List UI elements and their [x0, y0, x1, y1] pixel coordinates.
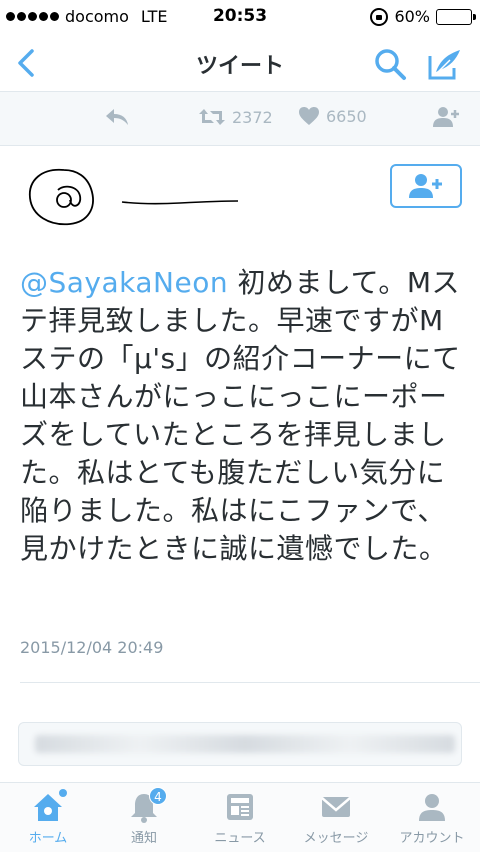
avatar[interactable] — [24, 166, 98, 228]
like-button[interactable]: 6650 — [298, 106, 367, 126]
mention-link[interactable]: @SayakaNeon — [20, 266, 228, 299]
tab-messages[interactable]: メッセージ — [288, 783, 384, 852]
home-icon — [31, 789, 67, 823]
reply-input[interactable] — [18, 722, 462, 766]
tweet-timestamp: 2015/12/04 20:49 — [20, 638, 164, 657]
tab-home[interactable]: ホーム — [0, 783, 96, 852]
reply-icon — [106, 109, 128, 125]
tab-news[interactable]: ニュース — [192, 783, 288, 852]
bell-icon: 4 — [127, 787, 167, 823]
tab-account[interactable]: アカウント — [384, 783, 480, 852]
tab-label: ニュース — [214, 831, 266, 846]
divider — [20, 682, 480, 683]
tab-label: ホーム — [28, 831, 68, 846]
nav-bar: ツイート — [0, 34, 480, 92]
like-count: 6650 — [326, 106, 367, 126]
rotation-lock-icon — [370, 7, 389, 26]
tweet-action-bar: 2372 6650 — [0, 92, 480, 146]
tweet-body: 初めまして。Mステ拝見致しました。早速ですがMステの「μ's」の紹介コーナーにて… — [20, 266, 461, 565]
envelope-icon — [319, 791, 353, 823]
reply-button[interactable] — [104, 106, 130, 128]
person-icon — [415, 791, 449, 823]
status-bar: docomo LTE 20:53 60% — [0, 0, 480, 34]
search-icon[interactable] — [372, 46, 408, 82]
add-user-icon — [433, 107, 459, 127]
battery-icon — [436, 8, 476, 25]
tab-bar: ホーム 4 通知 ニュース メッセージ アカウント — [0, 782, 480, 852]
tab-label: メッセージ — [303, 831, 369, 846]
page-title: ツイート — [195, 54, 284, 79]
heart-icon — [299, 107, 319, 125]
status-right: 60% — [370, 7, 476, 26]
retweet-count: 2372 — [232, 107, 273, 127]
tab-notifications[interactable]: 4 通知 — [96, 783, 192, 852]
add-user-icon — [409, 174, 442, 198]
tweet-text: @SayakaNeon 初めまして。Mステ拝見致しました。早速ですがMステの「μ… — [20, 264, 470, 568]
tab-label: アカウント — [399, 831, 465, 846]
news-icon — [223, 791, 257, 823]
retweet-icon — [199, 109, 225, 125]
new-indicator — [59, 789, 67, 797]
user-name-scribble — [121, 200, 239, 205]
retweet-button[interactable]: 2372 — [198, 106, 273, 128]
blurred-reply-text — [35, 735, 455, 753]
notification-badge: 4 — [149, 787, 167, 805]
follow-button[interactable] — [390, 164, 462, 208]
follow-action-button[interactable] — [432, 106, 462, 128]
tab-label: 通知 — [130, 831, 157, 846]
battery-percent: 60% — [394, 7, 430, 26]
compose-tweet-icon[interactable] — [426, 46, 464, 82]
